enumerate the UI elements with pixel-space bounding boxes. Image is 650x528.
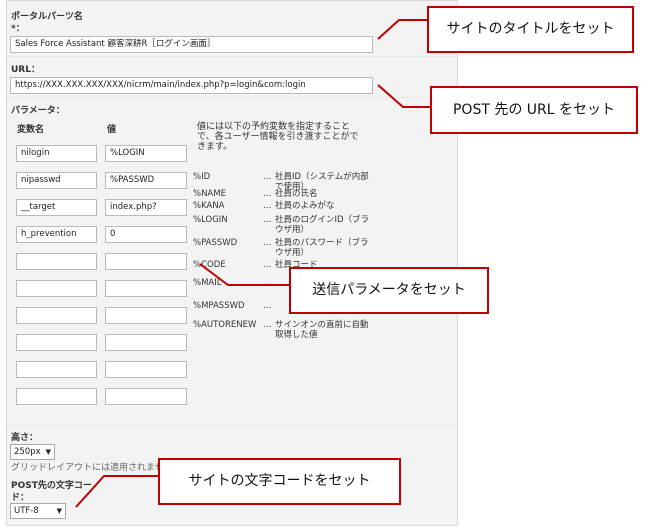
callout-url: POST 先の URL をセット — [430, 86, 638, 134]
title-callout-line — [377, 19, 427, 40]
callout-title: サイトのタイトルをセット — [427, 6, 634, 53]
url-callout-line — [377, 84, 430, 108]
params-callout-line — [199, 263, 299, 286]
callout-params: 送信パラメータをセット — [289, 267, 489, 314]
callout-charset: サイトの文字コードをセット — [158, 458, 401, 505]
charset-callout-line — [75, 475, 158, 508]
callout-connectors — [75, 19, 430, 508]
